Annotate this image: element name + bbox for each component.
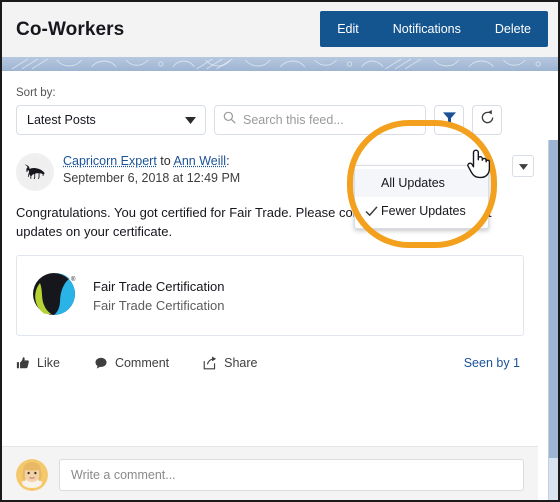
header-action-bar: Edit Notifications Delete — [320, 11, 548, 47]
decorative-banner — [2, 57, 558, 71]
banner-pattern-icon — [11, 58, 541, 70]
share-label: Share — [224, 356, 258, 370]
attachment-text: Fair Trade Certification Fair Trade Cert… — [93, 277, 225, 315]
post-action-bar: Like Comment Share Seen by 1 — [16, 350, 534, 376]
check-icon — [361, 205, 381, 217]
comment-composer: Write a comment... — [2, 446, 538, 500]
feed-inner: Sort by: Latest Posts Search this feed..… — [2, 71, 548, 500]
scrollbar-thumb[interactable] — [549, 140, 558, 458]
comment-input[interactable]: Write a comment... — [59, 458, 524, 491]
thumbs-up-icon — [16, 356, 30, 370]
avatar — [16, 153, 54, 191]
notifications-button[interactable]: Notifications — [376, 11, 478, 47]
feed-container: Sort by: Latest Posts Search this feed..… — [2, 71, 558, 500]
like-label: Like — [37, 356, 60, 370]
post-meta-conjunction: to — [156, 154, 174, 168]
delete-button[interactable]: Delete — [478, 11, 548, 47]
share-button[interactable]: Share — [203, 356, 257, 370]
post-meta-line: Capricorn Expert to Ann Weill: — [63, 153, 240, 170]
seen-by-link[interactable]: Seen by 1 — [464, 356, 520, 370]
feed-controls-row: Latest Posts Search this feed... — [16, 105, 534, 135]
menu-item-all-updates[interactable]: All Updates — [355, 169, 488, 197]
user-avatar-icon — [16, 458, 48, 491]
comment-bubble-icon — [94, 356, 108, 370]
comment-button[interactable]: Comment — [94, 356, 169, 370]
vertical-scrollbar[interactable] — [548, 140, 558, 500]
post-meta: Capricorn Expert to Ann Weill: September… — [63, 153, 240, 187]
search-icon — [223, 111, 236, 129]
post-timestamp: September 6, 2018 at 12:49 PM — [63, 171, 241, 185]
goat-avatar-icon — [19, 156, 51, 188]
sort-select-value: Latest Posts — [27, 113, 96, 127]
menu-item-all-updates-label: All Updates — [381, 176, 445, 190]
page-header: Co-Workers Edit Notifications Delete — [2, 2, 558, 57]
search-input[interactable]: Search this feed... — [214, 105, 426, 135]
filter-button[interactable] — [434, 105, 464, 135]
comment-label: Comment — [114, 356, 170, 370]
fairtrade-logo-icon: ® — [31, 269, 79, 322]
post-author-link[interactable]: Capricorn Expert — [63, 154, 157, 168]
page-title: Co-Workers — [16, 18, 125, 40]
post-attachment-card[interactable]: ® Fair Trade Certification Fair Trade Ce… — [16, 255, 524, 336]
attachment-title: Fair Trade Certification — [93, 278, 225, 294]
chevron-down-icon — [185, 113, 196, 127]
menu-item-fewer-updates[interactable]: Fewer Updates — [355, 197, 488, 225]
filter-dropdown-menu: All Updates Fewer Updates — [354, 165, 489, 229]
post-menu-button[interactable] — [512, 155, 534, 177]
refresh-button[interactable] — [472, 105, 502, 135]
attachment-subtitle: Fair Trade Certification — [93, 297, 225, 313]
edit-button[interactable]: Edit — [320, 11, 376, 47]
search-placeholder: Search this feed... — [243, 113, 344, 127]
share-icon — [203, 356, 217, 370]
refresh-icon — [480, 110, 495, 130]
like-button[interactable]: Like — [16, 356, 60, 370]
post-recipient-link[interactable]: Ann Weill — [173, 154, 226, 168]
menu-item-fewer-updates-label: Fewer Updates — [381, 204, 466, 218]
svg-text:®: ® — [71, 276, 76, 283]
comment-placeholder: Write a comment... — [71, 467, 176, 482]
chevron-down-icon — [518, 157, 528, 175]
sort-by-label: Sort by: — [16, 87, 56, 99]
app-window: Co-Workers Edit Notifications Delete Sor… — [0, 0, 560, 502]
post-meta-colon: : — [226, 154, 230, 168]
filter-funnel-icon — [442, 111, 457, 130]
sort-select[interactable]: Latest Posts — [16, 105, 206, 135]
